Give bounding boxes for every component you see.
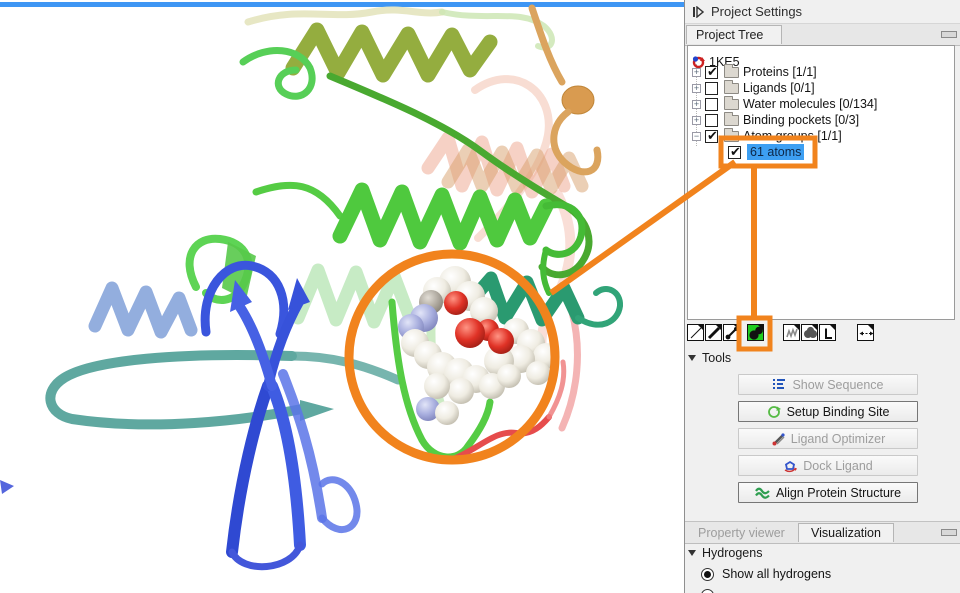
tree-row-binding-pockets[interactable]: + ✔ Binding pockets [0/3]: [692, 112, 859, 128]
expander-icon[interactable]: −: [692, 132, 701, 141]
folder-icon: [724, 99, 739, 110]
expander-icon[interactable]: +: [692, 68, 701, 77]
radio-partial[interactable]: [701, 589, 714, 593]
app-window: Project Settings Project Tree 1KE5: [0, 0, 960, 593]
tree-row-atom-groups[interactable]: − ✔ Atom groups [1/1]: [692, 128, 842, 144]
dock-ligand-icon: [783, 459, 797, 473]
ball-and-stick-icon[interactable]: [723, 324, 740, 341]
sequence-icon: [772, 378, 786, 391]
tab-property-viewer[interactable]: Property viewer: [686, 523, 797, 542]
hydrogens-section-header[interactable]: Hydrogens: [688, 546, 762, 560]
tools-header-label: Tools: [702, 351, 731, 365]
tree-row-proteins[interactable]: + ✔ Proteins [1/1]: [692, 64, 817, 80]
tree-row-61-atoms[interactable]: ✔ 61 atoms: [728, 144, 804, 160]
tab-property-viewer-label: Property viewer: [698, 526, 785, 540]
measure-distance-icon[interactable]: [857, 324, 874, 341]
panel-collapse-icon: [692, 6, 704, 18]
project-tree: 1KE5 + ✔ Proteins [1/1] + ✔ Ligands [0/1…: [687, 45, 955, 320]
checkbox-proteins[interactable]: ✔: [705, 66, 718, 79]
ligand-optimizer-label: Ligand Optimizer: [791, 432, 886, 446]
tree-selected-label[interactable]: 61 atoms: [747, 144, 804, 160]
tree-tabstrip: Project Tree: [685, 24, 960, 46]
collapse-triangle-icon: [688, 355, 696, 361]
panel-title: Project Settings: [711, 4, 802, 19]
panel-header[interactable]: Project Settings: [685, 0, 960, 24]
folder-open-icon: [724, 131, 739, 142]
tab-project-tree[interactable]: Project Tree: [686, 25, 782, 44]
surface-icon[interactable]: [801, 324, 818, 341]
folder-icon: [724, 67, 739, 78]
tab-project-tree-label: Project Tree: [696, 28, 763, 42]
radio-show-all-hydrogens[interactable]: Show all hydrogens: [701, 567, 831, 581]
expander-icon[interactable]: +: [692, 100, 701, 109]
tree-item-label[interactable]: Ligands [0/1]: [743, 81, 815, 95]
tree-item-label[interactable]: Proteins [1/1]: [743, 65, 817, 79]
align-protein-structure-label: Align Protein Structure: [776, 486, 901, 500]
checkbox-61-atoms[interactable]: ✔: [728, 146, 741, 159]
label-icon[interactable]: [819, 324, 836, 341]
bottom-tabstrip: Property viewer Visualization: [685, 521, 960, 544]
tree-item-label[interactable]: Atom groups [1/1]: [743, 129, 842, 143]
radio-icon[interactable]: [701, 568, 714, 581]
panel-minimize-handle[interactable]: [941, 31, 957, 38]
tree-item-label[interactable]: Binding pockets [0/3]: [743, 113, 859, 127]
project-settings-panel: Project Settings Project Tree 1KE5: [684, 0, 960, 593]
checkbox-binding-pockets[interactable]: ✔: [705, 114, 718, 127]
dock-ligand-label: Dock Ligand: [803, 459, 873, 473]
radio-icon[interactable]: [701, 589, 714, 593]
dock-ligand-button[interactable]: Dock Ligand: [738, 455, 918, 476]
tools-section-header[interactable]: Tools: [688, 351, 731, 365]
collapse-triangle-icon: [688, 550, 696, 556]
space-filling-icon[interactable]: [747, 324, 764, 341]
protein-structure-1ke5: [0, 0, 684, 593]
setup-binding-site-button[interactable]: Setup Binding Site: [738, 401, 918, 422]
setup-binding-site-label: Setup Binding Site: [787, 405, 890, 419]
align-structure-icon: [755, 486, 770, 499]
binding-site-icon: [767, 405, 781, 419]
ligand-optimizer-button[interactable]: Ligand Optimizer: [738, 428, 918, 449]
radio-show-all-hydrogens-label: Show all hydrogens: [722, 567, 831, 581]
stick-icon[interactable]: [705, 324, 722, 341]
ligand-optimizer-icon: [771, 432, 785, 446]
checkbox-water[interactable]: ✔: [705, 98, 718, 111]
tree-item-label[interactable]: Water molecules [0/134]: [743, 97, 877, 111]
tree-row-ligands[interactable]: + ✔ Ligands [0/1]: [692, 80, 815, 96]
tab-visualization[interactable]: Visualization: [798, 523, 894, 542]
backbone-icon[interactable]: [783, 324, 800, 341]
show-sequence-button[interactable]: Show Sequence: [738, 374, 918, 395]
tree-row-water-molecules[interactable]: + ✔ Water molecules [0/134]: [692, 96, 877, 112]
panel-minimize-handle[interactable]: [941, 529, 957, 536]
hydrogens-header-label: Hydrogens: [702, 546, 762, 560]
tab-visualization-label: Visualization: [811, 526, 881, 540]
folder-icon: [724, 115, 739, 126]
molecule-viewer[interactable]: [0, 0, 684, 593]
checkbox-atom-groups[interactable]: ✔: [705, 130, 718, 143]
show-sequence-label: Show Sequence: [792, 378, 883, 392]
expander-icon[interactable]: +: [692, 116, 701, 125]
wireframe-icon[interactable]: [687, 324, 704, 341]
align-protein-structure-button[interactable]: Align Protein Structure: [738, 482, 918, 503]
expander-icon[interactable]: +: [692, 84, 701, 93]
checkbox-ligands[interactable]: ✔: [705, 82, 718, 95]
folder-icon: [724, 83, 739, 94]
